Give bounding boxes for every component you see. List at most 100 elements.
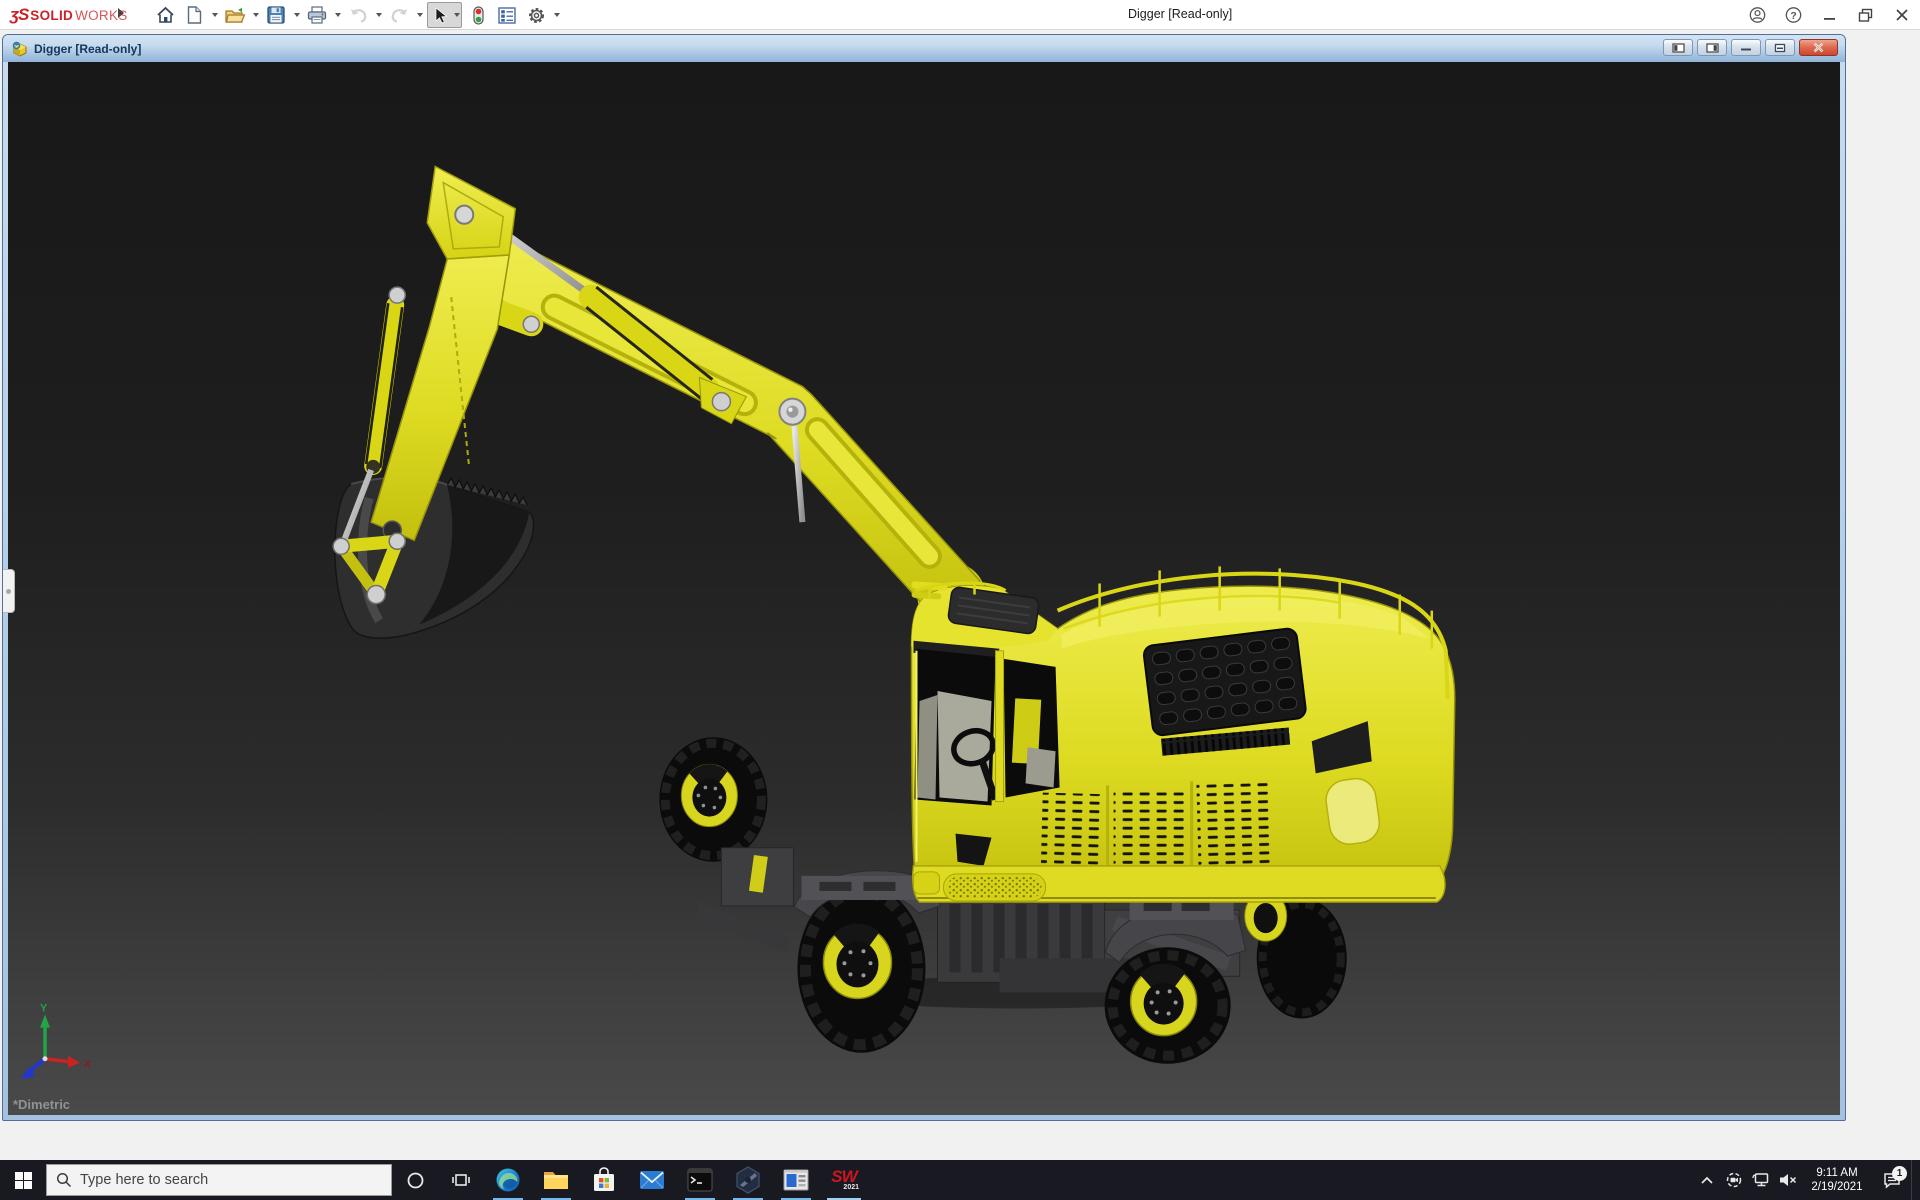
step-pad (948, 877, 1042, 898)
new-document-button[interactable] (181, 3, 207, 27)
window-app-icon (783, 1169, 809, 1191)
action-center-button[interactable]: 1 (1873, 1160, 1911, 1200)
select-cursor-icon (433, 7, 448, 24)
close-button[interactable] (1893, 7, 1910, 24)
taskbar-app-window-tool[interactable] (772, 1160, 820, 1200)
cab-windows[interactable] (914, 649, 1059, 806)
main-titlebar: ʒS SOLIDWORKS (0, 0, 1920, 30)
print-button[interactable] (304, 3, 330, 27)
tray-overflow-button[interactable] (1693, 1160, 1720, 1200)
show-left-pane-button[interactable] (1663, 39, 1693, 56)
show-right-pane-button[interactable] (1697, 39, 1727, 56)
excavator-body[interactable] (911, 566, 1455, 902)
undo-dropdown[interactable] (374, 3, 383, 27)
taskbar-app-file-explorer[interactable] (532, 1160, 580, 1200)
notification-badge: 1 (1892, 1166, 1907, 1181)
document-minimize-icon (1740, 43, 1752, 52)
document-titlebar[interactable]: Digger [Read-only] (3, 35, 1845, 62)
quick-access-toolbar (152, 2, 561, 28)
app-title: Digger [Read-only] (1128, 7, 1232, 21)
save-icon (267, 6, 285, 24)
open-folder-icon (225, 7, 246, 24)
open-button[interactable] (222, 3, 248, 27)
taskbar-app-mail[interactable] (628, 1160, 676, 1200)
excavator-boom[interactable] (486, 241, 985, 631)
save-dropdown[interactable] (292, 3, 301, 27)
search-input[interactable] (80, 1172, 360, 1188)
solidworks-taskbar-icon: SW (831, 1169, 856, 1184)
graphics-viewport[interactable]: Y X *Dimetric (8, 62, 1840, 1115)
document-restore-button[interactable] (1765, 39, 1795, 56)
redo-icon (390, 7, 409, 23)
windows-logo-icon (15, 1172, 32, 1189)
wheel-front-far[interactable] (659, 737, 767, 862)
feature-panel-splitter[interactable] (3, 569, 15, 613)
clock-date: 2/19/2021 (1803, 1180, 1871, 1194)
network-icon (1752, 1172, 1770, 1188)
wheel-rear-far[interactable] (1245, 891, 1347, 1019)
taskbar-app-store[interactable] (580, 1160, 628, 1200)
rebuild-button[interactable] (465, 3, 491, 27)
excavator-bucket[interactable] (335, 478, 534, 639)
meet-now-button[interactable] (1720, 1160, 1747, 1200)
front-axle-parts[interactable] (697, 848, 793, 952)
new-document-dropdown[interactable] (210, 3, 219, 27)
select-tool-dropdown[interactable] (452, 3, 461, 27)
wheel-rear-near[interactable] (1105, 947, 1231, 1064)
account-button[interactable] (1749, 7, 1766, 24)
network-button[interactable] (1747, 1160, 1774, 1200)
taskbar-search[interactable] (46, 1164, 392, 1196)
model-view[interactable]: Y X *Dimetric (8, 62, 1840, 1115)
close-icon (1895, 8, 1909, 22)
open-dropdown[interactable] (251, 3, 260, 27)
mail-icon (639, 1169, 665, 1191)
start-button[interactable] (0, 1160, 46, 1200)
volume-button[interactable] (1774, 1160, 1801, 1200)
task-view-icon (452, 1172, 470, 1188)
select-tool-group (427, 2, 462, 28)
restore-icon (1858, 8, 1873, 23)
engine-grille (1143, 628, 1307, 737)
new-document-icon (187, 6, 202, 24)
edge-icon (495, 1167, 521, 1193)
triad-y-label: Y (40, 1002, 48, 1014)
file-explorer-icon (543, 1168, 569, 1192)
taskbar-clock[interactable]: 9:11 AM 2/19/2021 (1801, 1166, 1873, 1194)
file-properties-icon (498, 7, 516, 24)
minimize-button[interactable] (1821, 7, 1838, 24)
print-dropdown[interactable] (333, 3, 342, 27)
undo-icon (349, 7, 368, 23)
meet-now-icon (1725, 1171, 1743, 1189)
options-dropdown[interactable] (552, 3, 561, 27)
undo-button[interactable] (345, 3, 371, 27)
redo-dropdown[interactable] (415, 3, 424, 27)
help-icon: ? (1785, 6, 1802, 24)
home-button[interactable] (152, 3, 178, 27)
show-desktop-button[interactable] (1911, 1160, 1920, 1200)
cortana-button[interactable] (392, 1160, 438, 1200)
taskbar-app-terminal[interactable] (676, 1160, 724, 1200)
taskbar-app-edge[interactable] (484, 1160, 532, 1200)
redo-button[interactable] (386, 3, 412, 27)
left-pane-icon (1672, 43, 1685, 53)
view-orientation-label: *Dimetric (13, 1097, 70, 1112)
task-view-button[interactable] (438, 1160, 484, 1200)
search-icon (56, 1172, 72, 1188)
file-properties-button[interactable] (494, 3, 520, 27)
rebuild-traffic-light-icon (473, 6, 484, 25)
save-button[interactable] (263, 3, 289, 27)
clock-time: 9:11 AM (1803, 1166, 1871, 1180)
select-tool-button[interactable] (428, 3, 452, 27)
document-close-button[interactable] (1799, 39, 1838, 56)
chevron-up-icon (1700, 1175, 1714, 1185)
taskbar-app-edrawings[interactable] (724, 1160, 772, 1200)
restore-button[interactable] (1857, 7, 1874, 24)
document-minimize-button[interactable] (1731, 39, 1761, 56)
help-button[interactable]: ? (1785, 7, 1802, 24)
options-button[interactable] (523, 3, 549, 27)
logo-flyout-arrow-icon[interactable] (118, 8, 124, 18)
cortana-icon (407, 1172, 424, 1189)
document-restore-icon (1774, 43, 1786, 53)
gear-icon (527, 6, 546, 25)
taskbar-app-solidworks[interactable]: SW 2021 (820, 1160, 868, 1200)
